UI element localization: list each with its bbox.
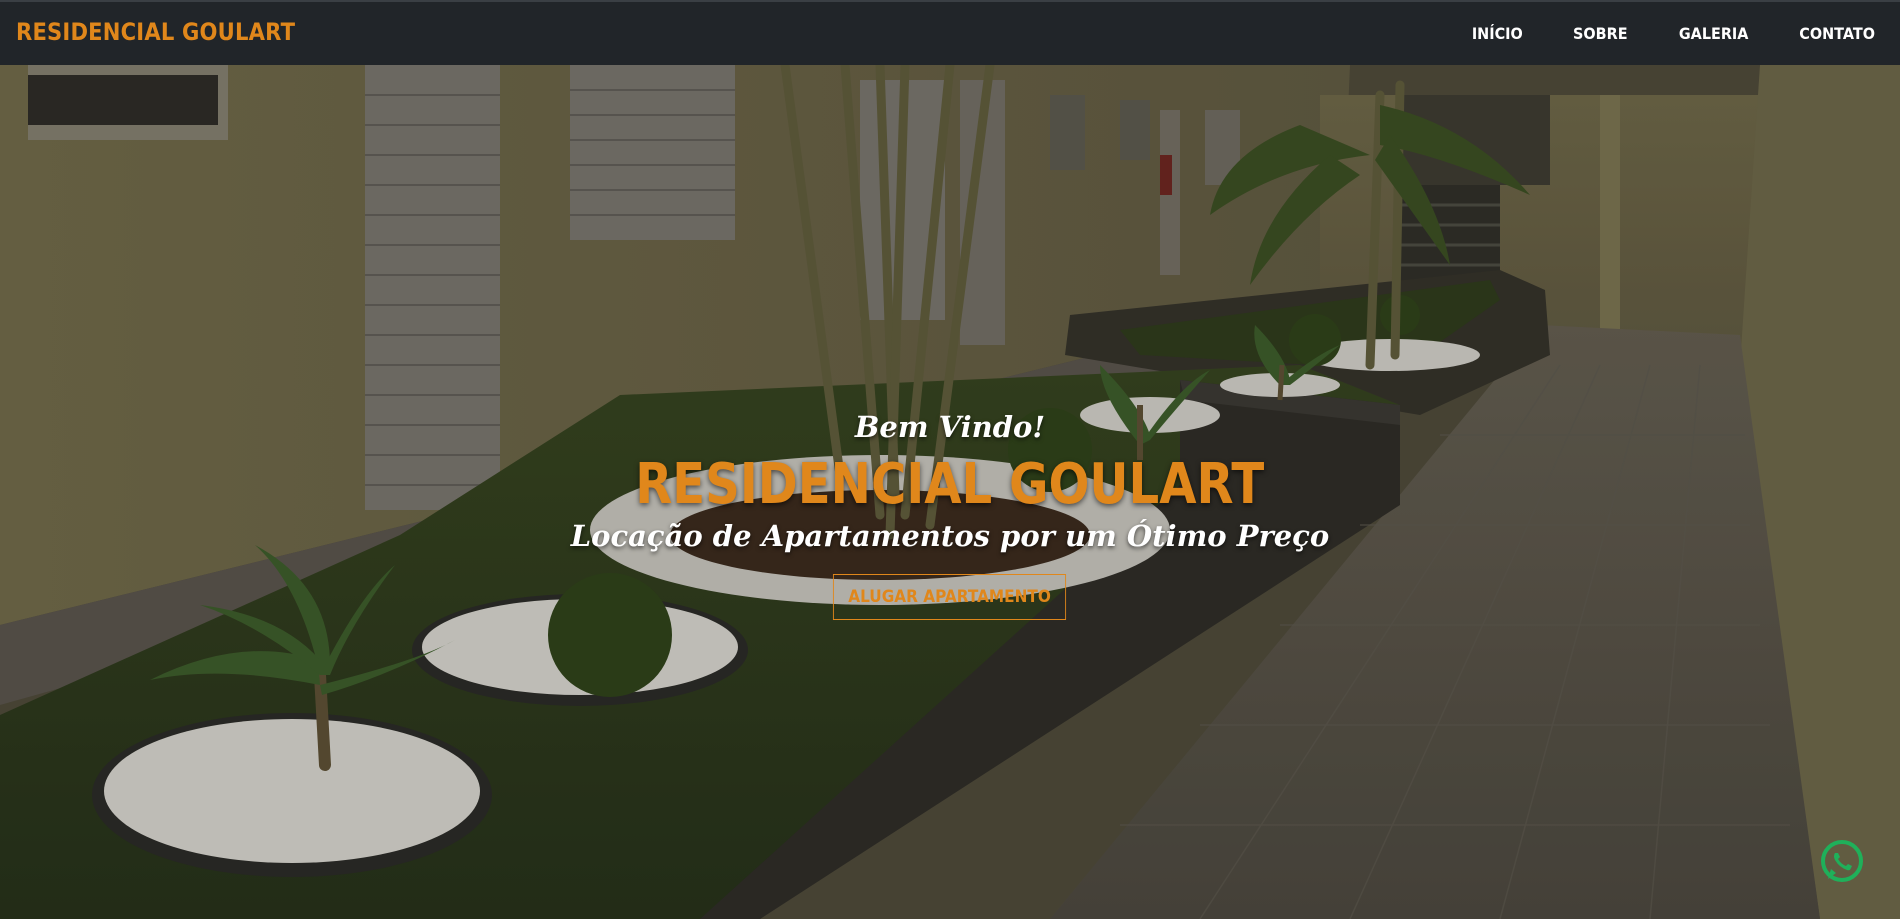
hero-title: RESIDENCIAL GOULART — [635, 452, 1265, 517]
rent-apartment-button[interactable]: ALUGAR APARTAMENTO — [833, 574, 1067, 620]
brand-logo-link[interactable]: RESIDENCIAL GOULART — [16, 18, 295, 46]
hero-section: Bem Vindo! RESIDENCIAL GOULART Locação d… — [0, 65, 1900, 919]
whatsapp-icon[interactable] — [1820, 839, 1864, 883]
hero-welcome-text: Bem Vindo! — [854, 410, 1046, 444]
nav-link-sobre[interactable]: SOBRE — [1553, 24, 1647, 43]
hero-subtitle: Locação de Apartamentos por um Ótimo Pre… — [570, 519, 1330, 553]
nav-menu: INÍCIO SOBRE GALERIA CONTATO — [1447, 2, 1884, 65]
navbar: RESIDENCIAL GOULART INÍCIO SOBRE GALERIA… — [0, 0, 1900, 65]
nav-link-galeria[interactable]: GALERIA — [1659, 24, 1768, 43]
nav-link-contato[interactable]: CONTATO — [1779, 24, 1878, 43]
hero-content: Bem Vindo! RESIDENCIAL GOULART Locação d… — [0, 410, 1900, 620]
nav-link-inicio[interactable]: INÍCIO — [1452, 24, 1543, 43]
